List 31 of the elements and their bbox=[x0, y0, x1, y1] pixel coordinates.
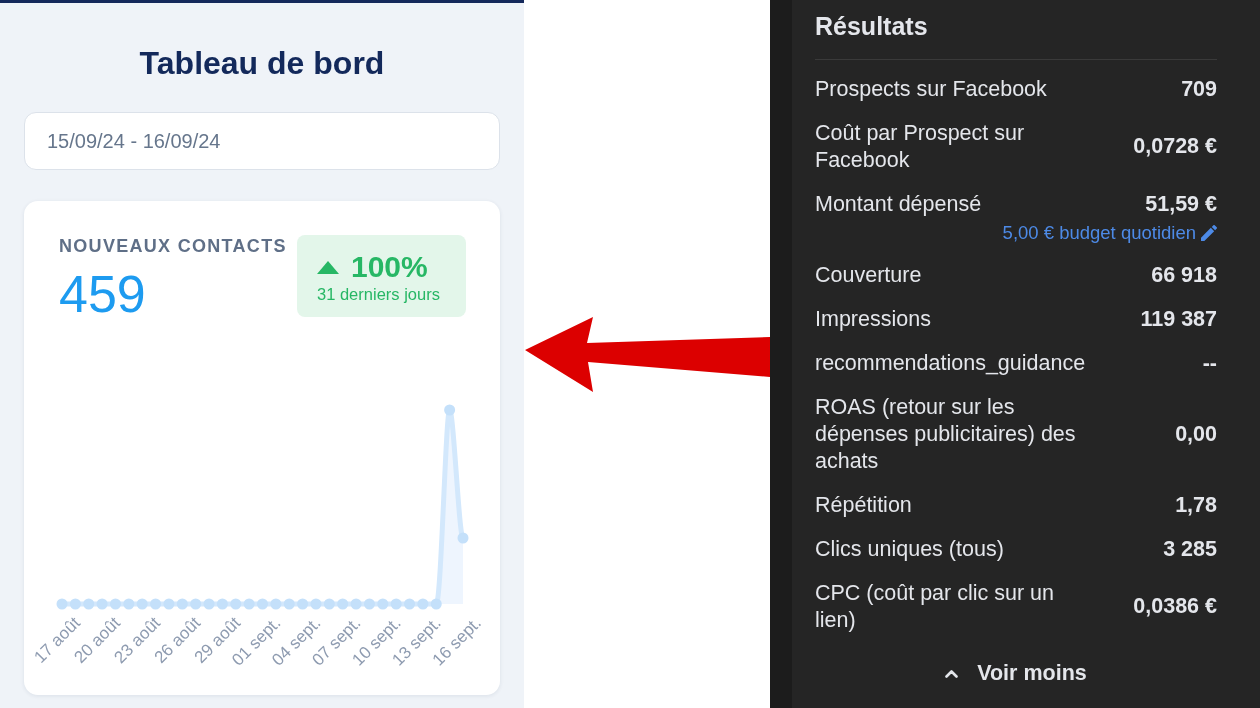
metric-value: 51,59 € bbox=[1145, 190, 1217, 218]
date-range-field[interactable]: 15/09/24 - 16/09/24 bbox=[24, 112, 500, 170]
metric-value: 0,0386 € bbox=[1133, 593, 1217, 620]
metric-value: -- bbox=[1202, 349, 1217, 377]
metric-label: Prospects sur Facebook bbox=[815, 75, 1047, 103]
metric-label: Répétition bbox=[815, 491, 912, 519]
metric-label: CPC (coût par clic sur un lien) bbox=[815, 579, 1055, 634]
metric-value: 1,78 bbox=[1175, 491, 1217, 519]
change-period: 31 derniers jours bbox=[317, 285, 441, 304]
section-title: Résultats bbox=[815, 11, 929, 41]
metric-label: ROAS (retour sur les dépenses publicitaires) des achats bbox=[815, 393, 1077, 475]
metric-count: 459 bbox=[59, 268, 147, 320]
metric-label: Coût par Prospect sur Facebook bbox=[815, 119, 1026, 174]
metric-title: NOUVEAUX CONTACTS bbox=[59, 236, 287, 256]
page-title: Tableau de bord bbox=[138, 45, 386, 81]
metric-value: 0,0728 € bbox=[1133, 133, 1217, 160]
metric-label: recommendations_guidance bbox=[815, 349, 1086, 377]
change-percent: 100% bbox=[351, 250, 428, 284]
metric-value: 709 bbox=[1181, 75, 1217, 103]
see-less-button[interactable]: Voir moins bbox=[935, 654, 1097, 693]
metric-value: 66 918 bbox=[1151, 261, 1217, 289]
metric-label: Clics uniques (tous) bbox=[815, 535, 1004, 563]
metric-value: 3 285 bbox=[1163, 535, 1217, 563]
metric-label: Couverture bbox=[815, 261, 922, 289]
metric-value: 0,00 bbox=[1175, 420, 1217, 448]
left-arrow-icon bbox=[524, 317, 770, 393]
pencil-icon bbox=[1201, 224, 1217, 241]
metric-label: Montant dépensé bbox=[815, 190, 982, 218]
metric-label: Impressions bbox=[815, 305, 931, 333]
budget-link[interactable]: 5,00 € budget quotidien bbox=[1002, 220, 1217, 245]
metric-value: 119 387 bbox=[1140, 305, 1217, 333]
